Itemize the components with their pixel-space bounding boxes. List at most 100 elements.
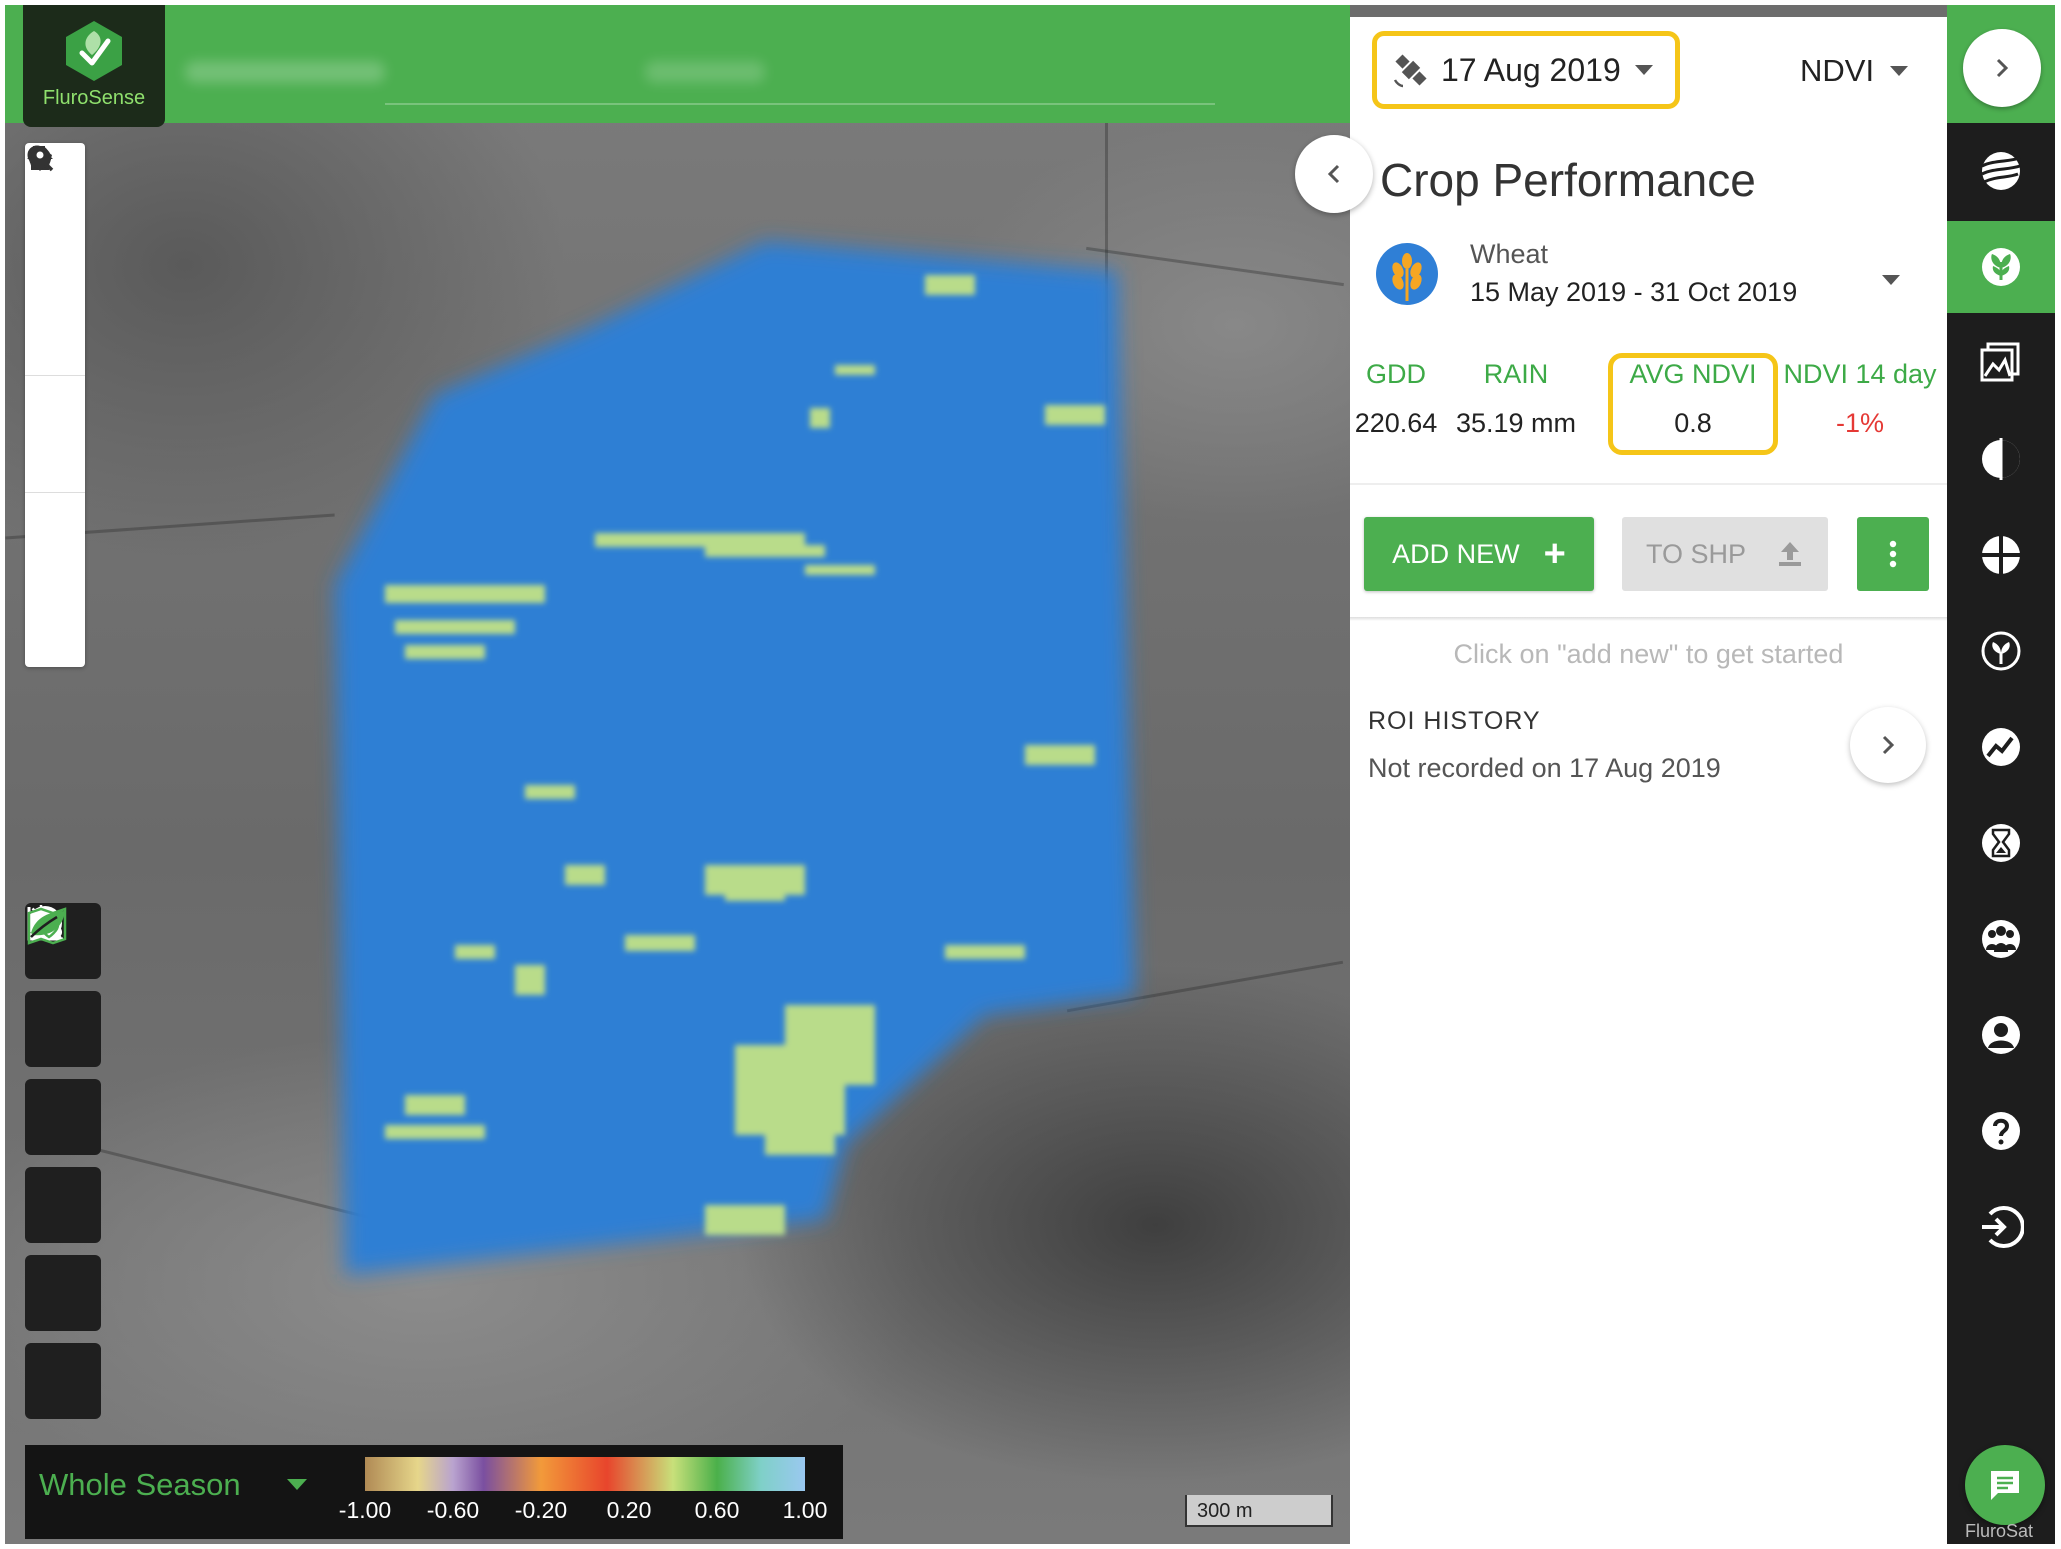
stat-value: 220.64 xyxy=(1354,408,1438,438)
chevron-down-icon[interactable] xyxy=(287,1479,307,1490)
add-new-button[interactable]: ADD NEW + xyxy=(1364,517,1594,591)
marker-icon[interactable] xyxy=(25,146,85,667)
trend-line-icon xyxy=(1982,728,2020,766)
legend-tick: -0.20 xyxy=(514,1497,568,1523)
ndvi-field-overlay[interactable] xyxy=(5,5,1350,1544)
nav-history[interactable] xyxy=(1947,797,2055,889)
team-icon xyxy=(1982,920,2020,958)
nav-zones[interactable] xyxy=(1947,509,2055,601)
field-name-blurred xyxy=(645,61,765,83)
collapse-panel-button[interactable] xyxy=(1295,135,1373,213)
index-selector[interactable]: NDVI xyxy=(1800,53,1909,89)
legend-tick: 1.00 xyxy=(782,1497,828,1523)
add-new-label: ADD NEW xyxy=(1392,538,1520,569)
map-tools xyxy=(25,143,85,667)
globe-lines-icon xyxy=(1981,152,2021,190)
more-vert-icon xyxy=(1889,540,1897,568)
date-selector[interactable]: 17 Aug 2019 xyxy=(1372,31,1680,109)
stat-label: AVG NDVI xyxy=(1629,359,1757,389)
crop-season-dates: 15 May 2019 - 31 Oct 2019 xyxy=(1470,277,1798,307)
zoom-in-icon[interactable] xyxy=(25,147,85,434)
attribution-text: FluroSat xyxy=(1965,1521,2034,1541)
help-icon xyxy=(1982,1112,2020,1150)
upload-icon xyxy=(1779,542,1802,566)
flurosense-logo[interactable]: FluroSense xyxy=(23,5,165,127)
roi-history-label: ROI HISTORY xyxy=(1368,707,1541,735)
nav-logout[interactable] xyxy=(1947,1181,2055,1273)
satellite-icon xyxy=(1393,54,1427,88)
circle-icon[interactable] xyxy=(25,147,85,609)
plant-icon xyxy=(1982,248,2020,286)
nav-layers[interactable] xyxy=(1947,125,2055,217)
nav-team[interactable] xyxy=(1947,893,2055,985)
chevron-down-icon xyxy=(1890,66,1909,76)
empty-state-hint: Click on "add new" to get started xyxy=(1453,639,1844,669)
plus-icon: + xyxy=(1543,532,1566,575)
export-shp-label: TO SHP xyxy=(1645,538,1747,569)
ruler-icon[interactable] xyxy=(25,146,85,375)
alert-icon[interactable] xyxy=(25,907,101,1155)
stat-label: NDVI 14 day xyxy=(1783,359,1937,389)
leaf-logo-icon xyxy=(66,21,122,81)
home-icon[interactable] xyxy=(25,147,85,317)
top-bar xyxy=(5,5,1350,123)
nav-crop-performance[interactable] xyxy=(1947,221,2055,313)
season-selector[interactable]: Whole Season xyxy=(39,1467,241,1503)
stat-value: 35.19 mm xyxy=(1455,408,1577,438)
more-options-button[interactable] xyxy=(1857,517,1929,591)
image-stack-icon xyxy=(1980,342,2020,382)
selected-date: 17 Aug 2019 xyxy=(1441,51,1621,88)
expand-button[interactable] xyxy=(1963,29,2041,107)
right-nav: FluroSat xyxy=(1947,5,2055,1544)
nav-trends[interactable] xyxy=(1947,701,2055,793)
chat-button[interactable] xyxy=(1965,1445,2045,1525)
stat-ndvi-14-day: NDVI 14 day -1% xyxy=(1780,359,1940,439)
crop-health-icon xyxy=(1981,631,2021,671)
map-scale-bar: 300 m xyxy=(1185,1495,1333,1527)
divider xyxy=(1350,483,1947,485)
stat-label: GDD xyxy=(1366,359,1426,389)
nav-imagery[interactable] xyxy=(1947,317,2055,409)
leaf-icon[interactable] xyxy=(25,911,101,1419)
nav-compare[interactable] xyxy=(1947,413,2055,505)
nav-profile[interactable] xyxy=(1947,989,2055,1081)
chevron-down-icon[interactable] xyxy=(1882,275,1900,285)
hourglass-icon xyxy=(1982,824,2020,862)
stat-value: -1% xyxy=(1835,408,1884,438)
ndvi-legend: Whole Season -1.00 -0.60 -0.20 0.20 0.60… xyxy=(25,1445,843,1539)
farm-name-blurred xyxy=(185,61,385,83)
nav-crop-health[interactable] xyxy=(1947,605,2055,697)
map-layers-icon[interactable] xyxy=(25,907,101,1331)
legend-tick: -0.60 xyxy=(426,1497,480,1523)
map-canvas[interactable]: FluroSense Whole Season -1.00 -0.60 -0.2… xyxy=(5,5,1350,1544)
legend-tick: 0.60 xyxy=(694,1497,740,1523)
crop-performance-panel: 17 Aug 2019 NDVI Crop Performance Wheat … xyxy=(1350,17,1947,1544)
weather-icon[interactable] xyxy=(25,905,101,1067)
chat-icon xyxy=(1991,1471,2019,1500)
logout-icon xyxy=(1982,1206,2024,1248)
user-icon xyxy=(1982,1016,2020,1054)
nav-help[interactable] xyxy=(1947,1085,2055,1177)
stat-label: RAIN xyxy=(1483,359,1549,389)
split-circle-icon xyxy=(1982,438,2020,480)
chevron-right-icon xyxy=(1996,58,2009,78)
crop-name: Wheat xyxy=(1470,239,1549,269)
pin-icon[interactable] xyxy=(25,148,85,259)
color-ramp xyxy=(365,1457,805,1491)
export-shp-button[interactable]: TO SHP xyxy=(1622,517,1828,591)
chevron-right-icon xyxy=(1882,735,1895,755)
roi-history-next-button[interactable] xyxy=(1850,707,1926,783)
stat-gdd: GDD 220.64 xyxy=(1350,359,1442,439)
legend-tick: 0.20 xyxy=(606,1497,652,1523)
top-bar-underline xyxy=(385,103,1215,105)
selected-index: NDVI xyxy=(1800,53,1875,88)
zoom-out-icon[interactable] xyxy=(25,156,85,492)
stat-value: 0.8 xyxy=(1674,408,1712,438)
stat-rain: RAIN 35.19 mm xyxy=(1446,359,1586,439)
chart-icon[interactable] xyxy=(25,907,101,1243)
divider xyxy=(1350,617,1947,621)
polygon-icon[interactable] xyxy=(25,147,85,551)
stat-avg-ndvi: AVG NDVI 0.8 xyxy=(1608,359,1778,439)
roi-history-status: Not recorded on 17 Aug 2019 xyxy=(1368,753,1721,783)
page-title: Crop Performance xyxy=(1380,154,1756,206)
